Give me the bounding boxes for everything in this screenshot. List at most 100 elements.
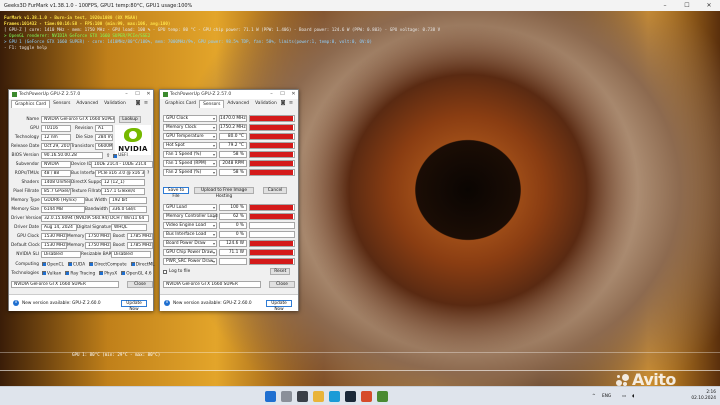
- chevron-down-icon[interactable]: ▾: [213, 205, 215, 211]
- help-icon[interactable]: ?: [147, 171, 149, 176]
- chevron-down-icon[interactable]: ▾: [213, 170, 215, 176]
- sensor-name[interactable]: GPU Temperature ▾: [163, 133, 217, 140]
- chevron-down-icon[interactable]: ▾: [213, 116, 215, 122]
- tab-graphics-card[interactable]: Graphics Card: [162, 100, 199, 108]
- sensor-name[interactable]: GPU Chip Power Draw ▾: [163, 249, 217, 256]
- sensor-graph: [249, 249, 295, 256]
- menu-icon[interactable]: ≡: [288, 100, 294, 106]
- minimize-icon[interactable]: –: [266, 90, 277, 99]
- gpuz-sensors-titlebar[interactable]: TechPowerUp GPU-Z 2.57.0 – ☐ ✕: [160, 90, 298, 99]
- reset-button[interactable]: Reset: [270, 268, 291, 275]
- steam-icon[interactable]: [345, 391, 356, 402]
- browser-icon[interactable]: [329, 391, 340, 402]
- chevron-down-icon[interactable]: ▾: [213, 223, 215, 229]
- sensor-value: 1750.2 MHz: [219, 124, 247, 131]
- close-button[interactable]: Close: [127, 281, 153, 288]
- gpuz-taskbar-icon[interactable]: [377, 391, 388, 402]
- log-to-file-checkbox[interactable]: [163, 269, 167, 274]
- furmark-taskbar-icon[interactable]: [361, 391, 372, 402]
- vulkan-label: Vulkan: [47, 271, 62, 277]
- tab-advanced[interactable]: Advanced: [224, 100, 252, 108]
- chevron-down-icon[interactable]: ▾: [213, 152, 215, 158]
- chevron-down-icon[interactable]: ▾: [213, 241, 215, 247]
- chevron-down-icon[interactable]: ▾: [213, 125, 215, 131]
- physx-checkbox: [99, 270, 104, 275]
- sensor-name[interactable]: Fan 1 Speed (RPM) ▾: [163, 160, 217, 167]
- volume-icon[interactable]: ◖: [632, 387, 634, 405]
- furmark-titlebar[interactable]: Geeks3D FurMark v1.38.1.0 - 100FPS, GPU1…: [0, 0, 720, 11]
- network-icon[interactable]: ▭: [622, 387, 626, 405]
- default-memory-label: Memory: [67, 243, 85, 248]
- close-icon[interactable]: ✕: [698, 0, 720, 11]
- close-icon[interactable]: ✕: [288, 90, 299, 99]
- die-size-field: 284 mm²: [95, 134, 113, 141]
- close-icon[interactable]: ✕: [143, 90, 154, 99]
- sensor-graph: [249, 142, 295, 149]
- file-explorer-icon[interactable]: [313, 391, 324, 402]
- tab-sensors[interactable]: Sensors: [199, 100, 225, 108]
- lang-indicator[interactable]: ENG: [602, 387, 611, 405]
- tray-chevron-icon[interactable]: ^: [592, 387, 596, 405]
- chevron-down-icon[interactable]: ▾: [213, 134, 215, 140]
- minimize-icon[interactable]: –: [654, 0, 676, 11]
- gpu-select[interactable]: NVIDIA GeForce GTX 1660 SUPER: [11, 281, 119, 288]
- tab-graphics-card[interactable]: Graphics Card: [11, 100, 51, 108]
- sensor-name[interactable]: Video Engine Load ▾: [163, 222, 217, 229]
- uefi-label: UEFI: [118, 153, 128, 158]
- sensor-name[interactable]: Hot Spot ▾: [163, 142, 217, 149]
- sensor-name-text: Fan 1 Speed (%): [166, 152, 202, 157]
- sensor-name[interactable]: Fan 2 Speed (%) ▾: [163, 169, 217, 176]
- save-to-file-button[interactable]: Save to File: [163, 187, 189, 199]
- gpuz-card-titlebar[interactable]: TechPowerUp GPU-Z 2.57.0 – ☐ ✕: [9, 90, 153, 99]
- maximize-icon[interactable]: ☐: [132, 90, 143, 99]
- tab-validation[interactable]: Validation: [252, 100, 280, 108]
- overlay-line: - F1: toggle help: [4, 45, 47, 50]
- uefi-checkbox: [113, 153, 118, 158]
- sensor-graph: [249, 204, 295, 211]
- tab-advanced[interactable]: Advanced: [73, 100, 101, 108]
- sensor-name[interactable]: GPU Clock ▾: [163, 115, 217, 122]
- update-now-button[interactable]: Update Now: [121, 299, 147, 312]
- driver-version-field: 32.0.15.6094 (NVIDIA 560.94) DCH / Win11…: [41, 215, 149, 222]
- task-view-icon[interactable]: [297, 391, 308, 402]
- close-button[interactable]: Close: [269, 281, 295, 288]
- lookup-button[interactable]: Lookup: [119, 116, 141, 123]
- tab-sensors[interactable]: Sensors: [50, 100, 73, 108]
- menu-icon[interactable]: ≡: [143, 100, 149, 106]
- sensor-graph-fill: [250, 125, 294, 130]
- minimize-icon[interactable]: –: [121, 90, 132, 99]
- update-now-button[interactable]: Update Now: [266, 299, 292, 312]
- sensor-name[interactable]: Memory Controller Load ▾: [163, 213, 218, 220]
- chevron-down-icon[interactable]: ▾: [213, 232, 215, 238]
- start-icon[interactable]: [265, 391, 276, 402]
- maximize-icon[interactable]: ☐: [676, 0, 698, 11]
- bandwidth-field: 336.0 GB/s: [109, 206, 147, 213]
- tab-validation[interactable]: Validation: [101, 100, 129, 108]
- chevron-down-icon[interactable]: ▾: [213, 259, 215, 265]
- chevron-down-icon[interactable]: ▾: [213, 143, 215, 149]
- search-icon[interactable]: [281, 391, 292, 402]
- chevron-down-icon[interactable]: ▾: [213, 250, 215, 256]
- sensor-name[interactable]: GPU Load ▾: [163, 204, 217, 211]
- share-icon[interactable]: ⇪: [106, 153, 110, 159]
- cancel-button[interactable]: Cancel: [263, 187, 287, 194]
- update-notice: i New version available: GPU-Z 2.60.0 Up…: [9, 294, 153, 312]
- sensor-name[interactable]: Fan 1 Speed (%) ▾: [163, 151, 217, 158]
- chevron-down-icon[interactable]: ▾: [213, 214, 215, 220]
- camera-icon[interactable]: ◙: [135, 100, 141, 106]
- sensor-name[interactable]: Board Power Draw ▾: [163, 240, 217, 247]
- digital-signature-field: WHQL: [111, 224, 147, 231]
- chevron-down-icon[interactable]: ▾: [213, 161, 215, 167]
- maximize-icon[interactable]: ☐: [277, 90, 288, 99]
- gpu-select[interactable]: NVIDIA GeForce GTX 1660 SUPER: [163, 281, 261, 288]
- taskbar: ^ ENG ▭ ◖ 2:16 02.10.2024: [0, 386, 720, 405]
- camera-icon[interactable]: ◙: [280, 100, 286, 106]
- sensor-name[interactable]: Bus Interface Load ▾: [163, 231, 217, 238]
- gpuz-app-icon: [163, 92, 168, 97]
- bios-field: 90.16.50.00.28: [41, 152, 103, 159]
- sensor-name[interactable]: PWR_SRC Power Draw ▾: [163, 258, 217, 265]
- bandwidth-label: Bandwidth: [85, 207, 108, 212]
- clock[interactable]: 2:16 02.10.2024: [690, 390, 716, 402]
- upload-button[interactable]: Upload to Free Image Hosting: [194, 187, 254, 199]
- sensor-name[interactable]: Memory Clock ▾: [163, 124, 217, 131]
